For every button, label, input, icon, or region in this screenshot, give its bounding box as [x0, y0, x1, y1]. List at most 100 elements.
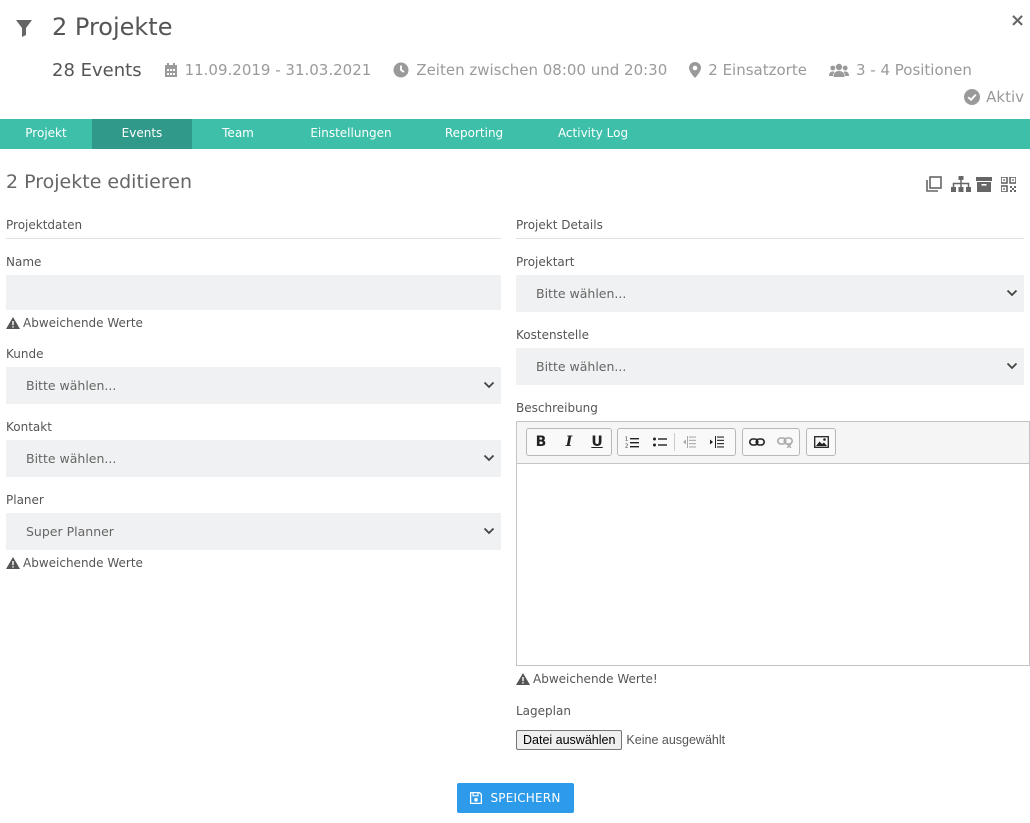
chevron-down-icon [483, 527, 495, 535]
copy-icon[interactable] [926, 175, 951, 193]
unlink-button[interactable] [771, 429, 799, 455]
date-range-text: 11.09.2019 - 31.03.2021 [184, 61, 372, 79]
map-marker-icon [689, 62, 702, 78]
kostenstelle-select[interactable]: Bitte wählen... [516, 348, 1024, 385]
calendar-icon [164, 62, 177, 77]
italic-button[interactable]: I [555, 429, 583, 455]
save-button[interactable]: SPEICHERN [457, 783, 574, 813]
editor-toolbar: B I U 12 [517, 422, 1029, 464]
check-circle-icon [964, 89, 981, 105]
beschreibung-label: Beschreibung [516, 401, 598, 415]
description-editor: B I U 12 [516, 421, 1030, 666]
planer-label: Planer [6, 493, 44, 507]
warning-icon [6, 557, 20, 569]
sitemap-icon[interactable] [951, 175, 976, 193]
users-icon [828, 63, 849, 77]
list-group: 12 [617, 428, 736, 456]
close-button[interactable]: × [1010, 10, 1025, 31]
action-icons [926, 175, 1026, 193]
link-group [742, 428, 800, 456]
locations: 2 Einsatzorte [689, 61, 807, 79]
bullet-list-icon [653, 437, 667, 447]
link-button[interactable] [743, 429, 771, 455]
tab-projekt[interactable]: Projekt [0, 119, 92, 149]
section-divider [6, 238, 501, 239]
section-divider [516, 238, 1024, 239]
chevron-down-icon [483, 381, 495, 389]
image-icon [813, 436, 829, 448]
name-warning-text: Abweichende Werte [23, 316, 143, 330]
bold-button[interactable]: B [527, 429, 555, 455]
warning-icon [6, 317, 20, 329]
indent-icon [710, 436, 724, 448]
outdent-button[interactable] [675, 429, 703, 455]
kunde-label: Kunde [6, 347, 44, 361]
status-text: Aktiv [986, 88, 1024, 106]
svg-text:2: 2 [625, 444, 628, 449]
underline-button[interactable]: U [583, 429, 611, 455]
projektart-label: Projektart [516, 255, 575, 269]
tab-team[interactable]: Team [192, 119, 284, 149]
filter-icon [16, 20, 32, 37]
floppy-disk-icon [470, 792, 483, 804]
kontakt-label: Kontakt [6, 420, 52, 434]
name-label: Name [6, 255, 42, 269]
time-range: Zeiten zwischen 08:00 und 20:30 [393, 61, 667, 79]
tab-activity-log[interactable]: Activity Log [530, 119, 656, 149]
qr-code-icon[interactable] [1001, 175, 1026, 193]
kontakt-value: Bitte wählen... [26, 451, 117, 466]
choose-file-button[interactable]: Datei auswählen [516, 730, 623, 750]
tab-reporting[interactable]: Reporting [418, 119, 530, 149]
projektart-select[interactable]: Bitte wählen... [516, 275, 1024, 312]
indent-button[interactable] [703, 429, 731, 455]
outdent-icon [683, 436, 696, 448]
clock-icon [393, 62, 409, 78]
page-header-title: 2 Projekte [52, 13, 173, 41]
header-meta: 28 Events 11.09.2019 - 31.03.2021 Zeiten… [52, 58, 994, 82]
unlink-icon [777, 437, 793, 448]
ordered-list-icon: 12 [625, 437, 639, 449]
kunde-select[interactable]: Bitte wählen... [6, 367, 501, 404]
image-button[interactable] [807, 429, 835, 455]
editor-content[interactable] [517, 464, 1029, 665]
name-input[interactable] [6, 275, 501, 310]
beschreibung-warning: Abweichende Werte! [516, 672, 658, 686]
locations-text: 2 Einsatzorte [708, 61, 807, 79]
tab-events[interactable]: Events [92, 119, 192, 149]
status-badge: Aktiv [964, 88, 1024, 106]
planer-select[interactable]: Super Planner [6, 513, 501, 550]
svg-text:1: 1 [625, 437, 628, 443]
projektart-value: Bitte wählen... [536, 286, 627, 301]
link-icon [749, 438, 765, 446]
positions: 3 - 4 Positionen [828, 61, 972, 79]
lageplan-label: Lageplan [516, 704, 571, 718]
ordered-list-button[interactable]: 12 [618, 429, 646, 455]
kostenstelle-label: Kostenstelle [516, 328, 589, 342]
section-projekt-details: Projekt Details [516, 218, 603, 232]
section-projektdaten: Projektdaten [6, 218, 83, 232]
positions-text: 3 - 4 Positionen [855, 61, 972, 79]
tab-bar: Projekt Events Team Einstellungen Report… [0, 119, 1030, 149]
chevron-down-icon [1006, 289, 1018, 297]
chevron-down-icon [1006, 362, 1018, 370]
bullet-list-button[interactable] [646, 429, 674, 455]
planer-value: Super Planner [26, 524, 114, 539]
kontakt-select[interactable]: Bitte wählen... [6, 440, 501, 477]
image-group [806, 428, 836, 456]
events-count: 28 Events [52, 59, 142, 81]
warning-icon [516, 673, 530, 685]
date-range: 11.09.2019 - 31.03.2021 [164, 61, 372, 79]
chevron-down-icon [483, 454, 495, 462]
name-warning: Abweichende Werte [6, 316, 143, 330]
kunde-value: Bitte wählen... [26, 378, 117, 393]
format-group: B I U [526, 428, 612, 456]
lageplan-file-input: Datei auswählen Keine ausgewählt [516, 730, 725, 750]
page-title: 2 Projekte editieren [6, 171, 192, 193]
archive-icon[interactable] [976, 175, 1001, 193]
beschreibung-warning-text: Abweichende Werte! [533, 672, 658, 686]
tab-einstellungen[interactable]: Einstellungen [284, 119, 418, 149]
time-range-text: Zeiten zwischen 08:00 und 20:30 [416, 61, 668, 79]
file-status: Keine ausgewählt [626, 733, 726, 747]
kostenstelle-value: Bitte wählen... [536, 359, 627, 374]
planer-warning: Abweichende Werte [6, 556, 143, 570]
